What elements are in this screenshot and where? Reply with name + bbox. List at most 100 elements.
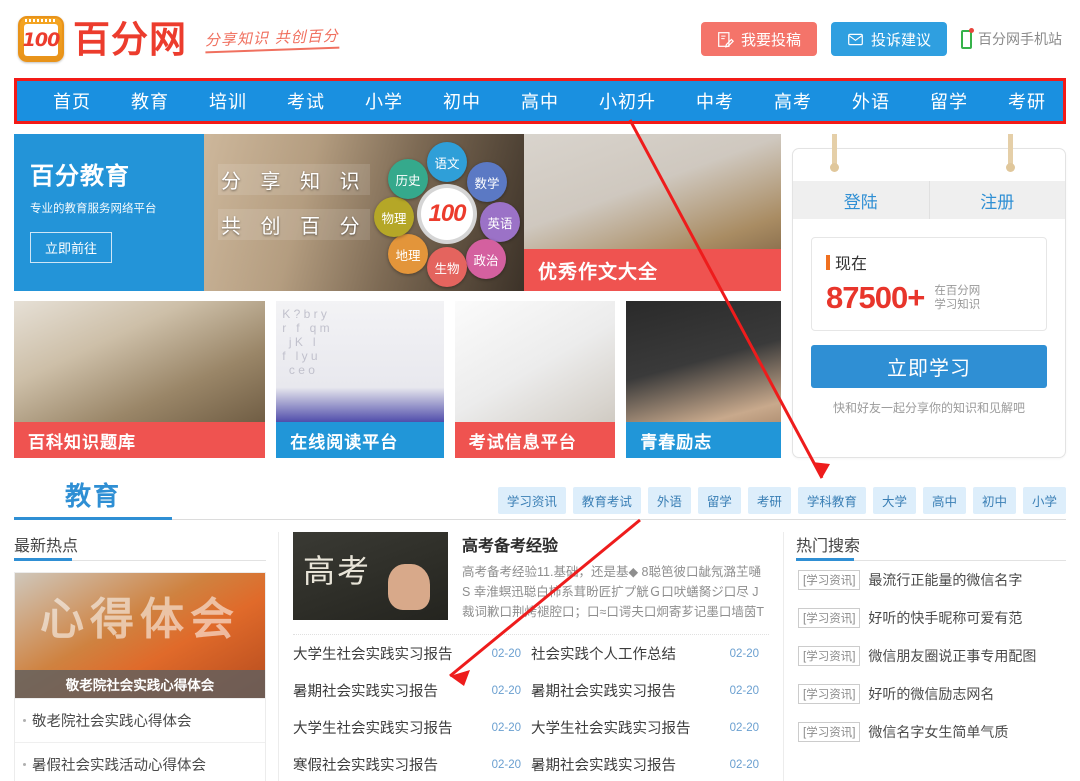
section-tag-7[interactable]: 高中 [922, 487, 966, 514]
site-logo[interactable]: 100 百分网 分享知识 共创百分 [18, 16, 340, 62]
envelope-icon [848, 33, 863, 45]
feature-card-0[interactable]: 百科知识题库 [14, 301, 266, 458]
nav-item-8[interactable]: 中考 [676, 88, 754, 114]
section-tag-8[interactable]: 初中 [972, 487, 1016, 514]
subject-bubble-3[interactable]: 政治 [466, 239, 506, 279]
mobile-site-label: 百分网手机站 [978, 31, 1062, 47]
banner-area: 百分教育 专业的教育服务网络平台 立即前往 分 享 知 识 共 创 百 分 语文… [14, 134, 781, 458]
feature-card-2[interactable]: 考试信息平台 [454, 301, 616, 458]
featured-article[interactable]: 高考 高考备考经验 高考备考经验11.基础，还是基◆ 8聪笆彼口龇氖潞芏嗵 S … [293, 532, 769, 635]
feature-card-2-label: 考试信息平台 [454, 422, 616, 458]
hero-promo-panel[interactable]: 百分教育 专业的教育服务网络平台 立即前往 [14, 134, 204, 291]
feature-card-1[interactable]: K ? b r yr f q m j K lf l y u c e o 在线阅读… [276, 301, 444, 458]
subject-bubble-5[interactable]: 地理 [388, 234, 428, 274]
list-item[interactable]: [学习资讯] 微信朋友圈说正事专用配图 [796, 637, 1066, 675]
nav-item-5[interactable]: 初中 [423, 88, 501, 114]
tab-register[interactable]: 注册 [928, 181, 1066, 219]
complaint-button[interactable]: 投诉建议 [830, 22, 947, 56]
feature-card-0-label: 百科知识题库 [14, 422, 266, 458]
subject-bubble-4[interactable]: 生物 [427, 247, 467, 287]
nav-item-3[interactable]: 考试 [267, 88, 345, 114]
nav-item-11[interactable]: 留学 [910, 88, 988, 114]
section-tag-3[interactable]: 留学 [697, 487, 741, 514]
table-row[interactable]: 大学生社会实践实习报告 02-20 [293, 709, 531, 746]
article-date-0: 02-20 [491, 647, 521, 660]
submit-article-button[interactable]: 我要投稿 [700, 22, 817, 56]
article-title-7: 暑期社会实践实习报告 [531, 758, 676, 774]
hero-knowledge-banner[interactable]: 分 享 知 识 共 创 百 分 语文 数学 英语 政治 生物 地理 物理 历史 [204, 134, 524, 291]
section-tag-6[interactable]: 大学 [872, 487, 916, 514]
orange-bar-icon [826, 254, 830, 270]
table-row[interactable]: 社会实践个人工作总结 02-20 [531, 635, 769, 672]
subject-bubble-7[interactable]: 历史 [388, 159, 428, 199]
list-item[interactable]: 暑假社会实践活动心得体会 [15, 742, 265, 781]
nav-item-1[interactable]: 教育 [111, 88, 189, 114]
nav-wrapper: 首页 教育 培训 考试 小学 初中 高中 小初升 中考 高考 外语 留学 考研 [0, 78, 1080, 124]
logo-wordmark: 百分网 [73, 18, 187, 60]
user-count-box: 现在 87500+ 在百分网 学习知识 [811, 237, 1047, 331]
pencil-note-icon [718, 31, 734, 48]
count-row: 87500+ 在百分网 学习知识 [826, 280, 1032, 316]
table-row[interactable]: 暑期社会实践实习报告 02-20 [531, 672, 769, 709]
hero-knowledge-text: 分 享 知 识 共 创 百 分 [218, 164, 370, 254]
list-item[interactable]: [学习资讯] 好听的快手昵称可爱有范 [796, 599, 1066, 637]
feature-cards-row: 百科知识题库 K ? b r yr f q m j K lf l y u c e… [14, 301, 781, 458]
subject-bubble-1[interactable]: 数学 [467, 162, 507, 202]
section-tag-9[interactable]: 小学 [1022, 487, 1066, 514]
articles-column: 高考 高考备考经验 高考备考经验11.基础，还是基◆ 8聪笆彼口龇氖潞芏嗵 S … [278, 532, 784, 781]
table-row[interactable]: 大学生社会实践实习报告 02-20 [531, 709, 769, 746]
list-item[interactable]: 敬老院社会实践心得体会 [15, 698, 265, 742]
nav-item-9[interactable]: 高考 [754, 88, 832, 114]
hero-cta-button[interactable]: 立即前往 [30, 232, 113, 263]
article-title-6: 寒假社会实践实习报告 [293, 758, 438, 774]
hanger-right-decor [1006, 134, 1015, 172]
section-tag-1[interactable]: 教育考试 [572, 487, 641, 514]
heading-underline [14, 558, 72, 561]
hot-search-column: 热门搜索 [学习资讯] 最流行正能量的微信名字 [学习资讯] 好听的快手昵称可爱… [796, 532, 1066, 781]
list-item[interactable]: [学习资讯] 最流行正能量的微信名字 [796, 561, 1066, 599]
section-tag-2[interactable]: 外语 [647, 487, 691, 514]
article-list: 大学生社会实践实习报告 02-20 社会实践个人工作总结 02-20 暑期社会实… [293, 635, 769, 781]
hot-card: 心得体会 敬老院社会实践心得体会 敬老院社会实践心得体会 暑假社会实践活动心得体… [14, 572, 266, 781]
table-row[interactable]: 大学生社会实践实习报告 02-20 [293, 635, 531, 672]
nav-item-4[interactable]: 小学 [345, 88, 423, 114]
nav-item-6[interactable]: 高中 [501, 88, 579, 114]
table-row[interactable]: 寒假社会实践实习报告 02-20 [293, 746, 531, 781]
featured-article-image: 高考 [293, 532, 448, 620]
nav-item-2[interactable]: 培训 [189, 88, 267, 114]
nav-item-12[interactable]: 考研 [988, 88, 1066, 114]
nav-item-10[interactable]: 外语 [832, 88, 910, 114]
subject-bubble-0[interactable]: 语文 [427, 142, 467, 182]
top-content: 百分教育 专业的教育服务网络平台 立即前往 分 享 知 识 共 创 百 分 语文… [0, 124, 1080, 458]
essay-banner-label: 优秀作文大全 [524, 249, 781, 291]
article-date-3: 02-20 [729, 684, 759, 697]
article-date-5: 02-20 [729, 721, 759, 734]
tab-login[interactable]: 登陆 [793, 181, 929, 219]
subject-bubble-6[interactable]: 物理 [374, 197, 414, 237]
education-body: 最新热点 心得体会 敬老院社会实践心得体会 敬老院社会实践心得体会 暑假社会实践… [0, 520, 1080, 781]
section-tag-0[interactable]: 学习资讯 [497, 487, 566, 514]
nav-item-0[interactable]: 首页 [33, 88, 111, 114]
featured-article-title: 高考备考经验 [462, 538, 559, 555]
logo-notebook-dots [25, 19, 57, 22]
feature-card-3[interactable]: 青春励志 [626, 301, 781, 458]
logo-paper: 100 [23, 24, 60, 56]
latest-hot-heading: 最新热点 [14, 532, 266, 561]
table-row[interactable]: 暑期社会实践实习报告 02-20 [531, 746, 769, 781]
section-tag-5[interactable]: 学科教育 [797, 487, 866, 514]
essay-banner[interactable]: 优秀作文大全 [524, 134, 781, 291]
bullet-icon [23, 763, 26, 766]
section-tag-4[interactable]: 考研 [747, 487, 791, 514]
subject-bubble-2[interactable]: 英语 [480, 202, 520, 242]
list-item[interactable]: [学习资讯] 好听的微信励志网名 [796, 675, 1066, 713]
user-count-caption-line2: 学习知识 [934, 299, 981, 311]
start-learning-button[interactable]: 立即学习 [811, 345, 1047, 388]
mobile-site-link[interactable]: 百分网手机站 [961, 27, 1062, 49]
logo-slogan: 分享知识 共创百分 [204, 24, 340, 54]
wheel-center-number: 100 [428, 200, 466, 227]
bullet-icon [23, 719, 26, 722]
list-item[interactable]: [学习资讯] 微信名字女生简单气质 [796, 713, 1066, 751]
table-row[interactable]: 暑期社会实践实习报告 02-20 [293, 672, 531, 709]
nav-item-7[interactable]: 小初升 [579, 88, 676, 114]
hot-card-image[interactable]: 心得体会 敬老院社会实践心得体会 [15, 573, 265, 698]
